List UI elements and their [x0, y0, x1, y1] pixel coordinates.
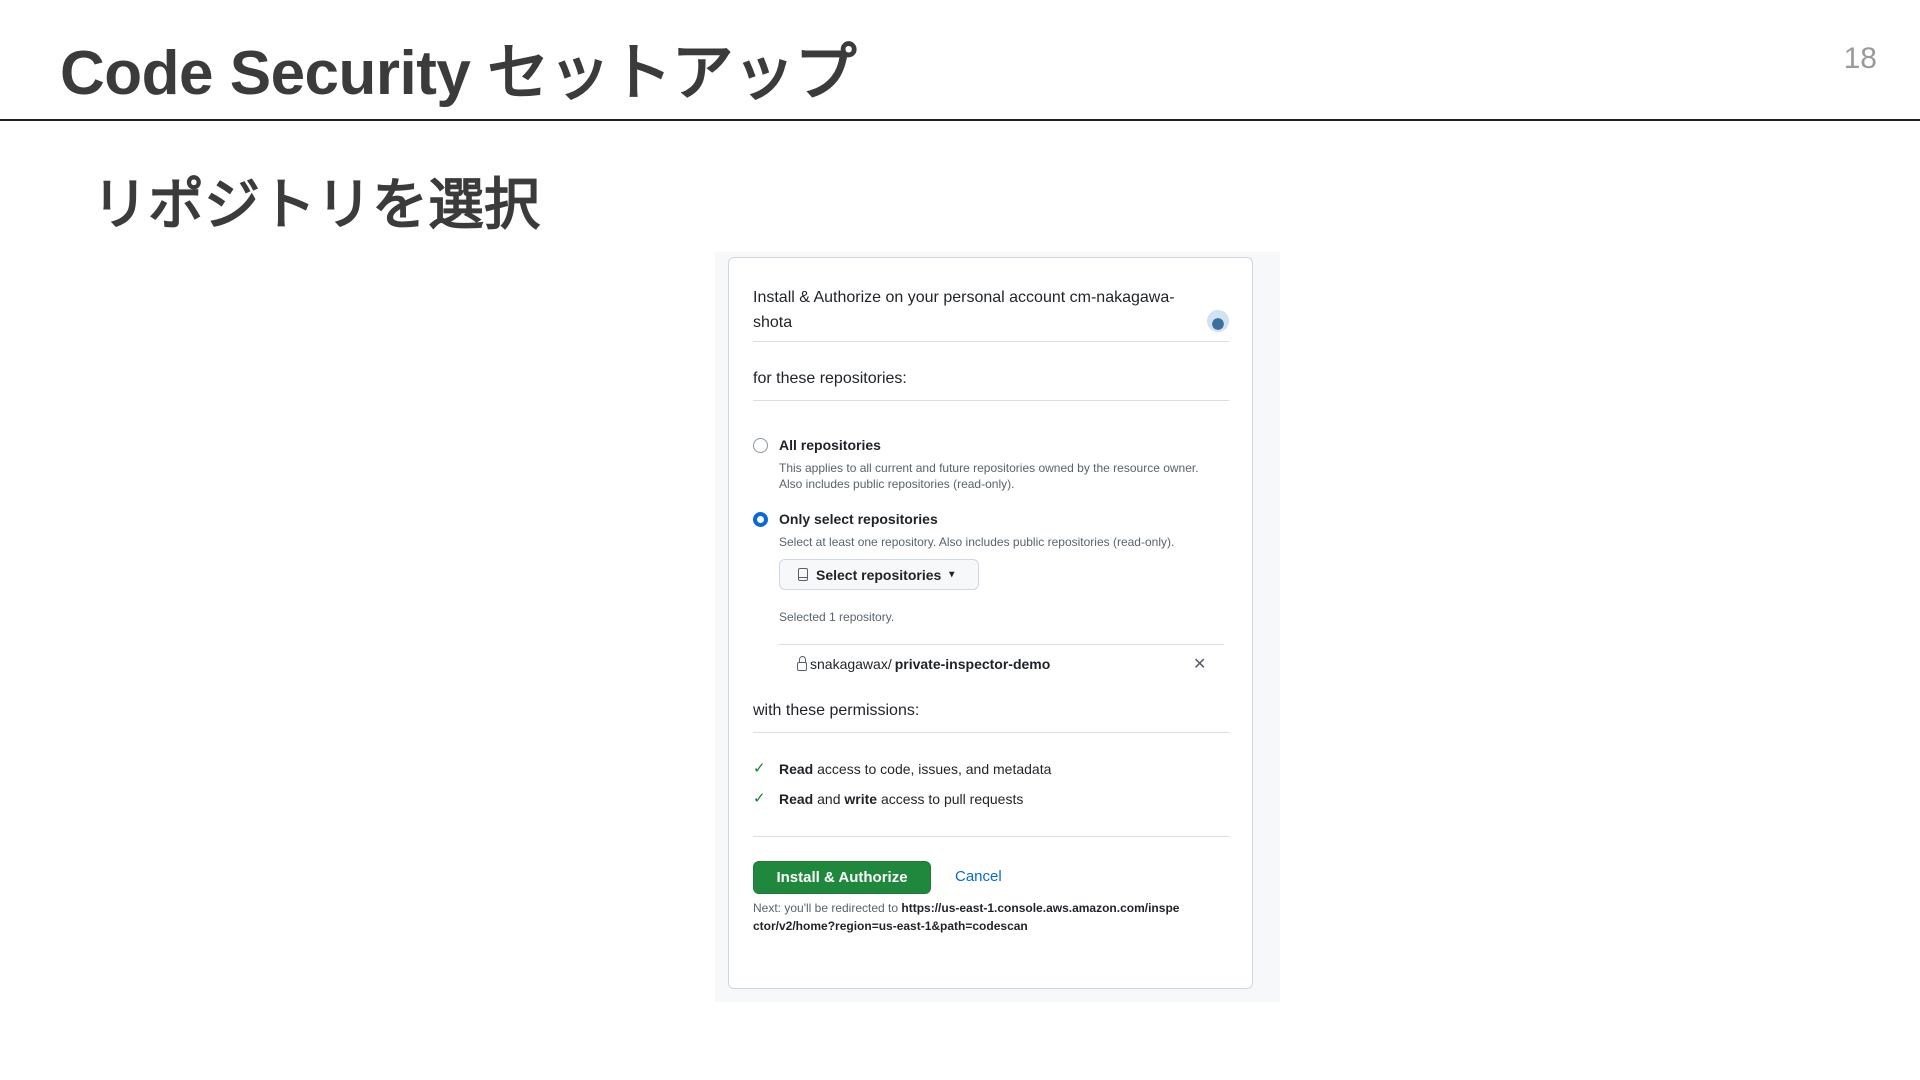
permission-emphasis: Read	[779, 761, 814, 777]
permission-item: Read access to code, issues, and metadat…	[779, 761, 1051, 777]
section-heading: リポジトリを選択	[92, 173, 540, 236]
option-only-select-description: Select at least one repository. Also inc…	[779, 535, 1175, 549]
caret-down-icon: ▾	[949, 569, 955, 580]
select-repositories-button[interactable]: Select repositories ▾	[779, 559, 979, 590]
title-divider	[0, 119, 1920, 121]
radio-only-select-repositories[interactable]	[753, 512, 768, 527]
permission-emphasis: write	[844, 791, 878, 807]
selected-repo-row: snakagawax/private-inspector-demo	[797, 656, 1050, 672]
option-all-repositories-description: This applies to all current and future r…	[779, 461, 1199, 491]
selected-count: Selected 1 repository.	[779, 610, 895, 624]
divider	[753, 836, 1229, 837]
permission-item: Read and write access to pull requests	[779, 791, 1023, 807]
permission-text: and	[813, 791, 845, 807]
option-only-select-title[interactable]: Only select repositories	[779, 511, 938, 527]
permissions-label: with these permissions:	[753, 702, 920, 719]
github-install-dialog: Install & Authorize on your personal acc…	[728, 257, 1253, 989]
redirect-note: Next: you'll be redirected to https://us…	[753, 899, 1183, 935]
repositories-label: for these repositories:	[753, 370, 907, 387]
slide-title: Code Security セットアップ	[60, 39, 857, 108]
divider	[753, 341, 1229, 342]
divider	[753, 400, 1229, 401]
check-icon: ✓	[753, 760, 766, 777]
divider	[753, 732, 1229, 733]
cancel-link[interactable]: Cancel	[955, 868, 1002, 885]
page-number: 18	[1843, 42, 1877, 75]
permission-text: access to code, issues, and metadata	[813, 761, 1052, 777]
avatar	[1207, 310, 1229, 332]
permission-text: access to pull requests	[877, 791, 1024, 807]
permission-emphasis: Read	[779, 791, 814, 807]
repo-name: private-inspector-demo	[894, 656, 1051, 672]
select-repositories-label: Select repositories	[816, 566, 942, 583]
divider	[779, 644, 1224, 645]
repo-icon	[798, 568, 808, 581]
redirect-prefix: Next: you'll be redirected to	[753, 901, 902, 915]
repo-owner: snakagawax/	[810, 656, 892, 672]
remove-repo-x-icon[interactable]: ✕	[1193, 654, 1206, 674]
lock-icon	[797, 656, 807, 671]
option-all-repositories-title[interactable]: All repositories	[779, 437, 881, 453]
radio-all-repositories[interactable]	[753, 438, 768, 453]
check-icon: ✓	[753, 790, 766, 807]
install-authorize-button[interactable]: Install & Authorize	[753, 861, 931, 894]
install-heading: Install & Authorize on your personal acc…	[753, 289, 1175, 331]
